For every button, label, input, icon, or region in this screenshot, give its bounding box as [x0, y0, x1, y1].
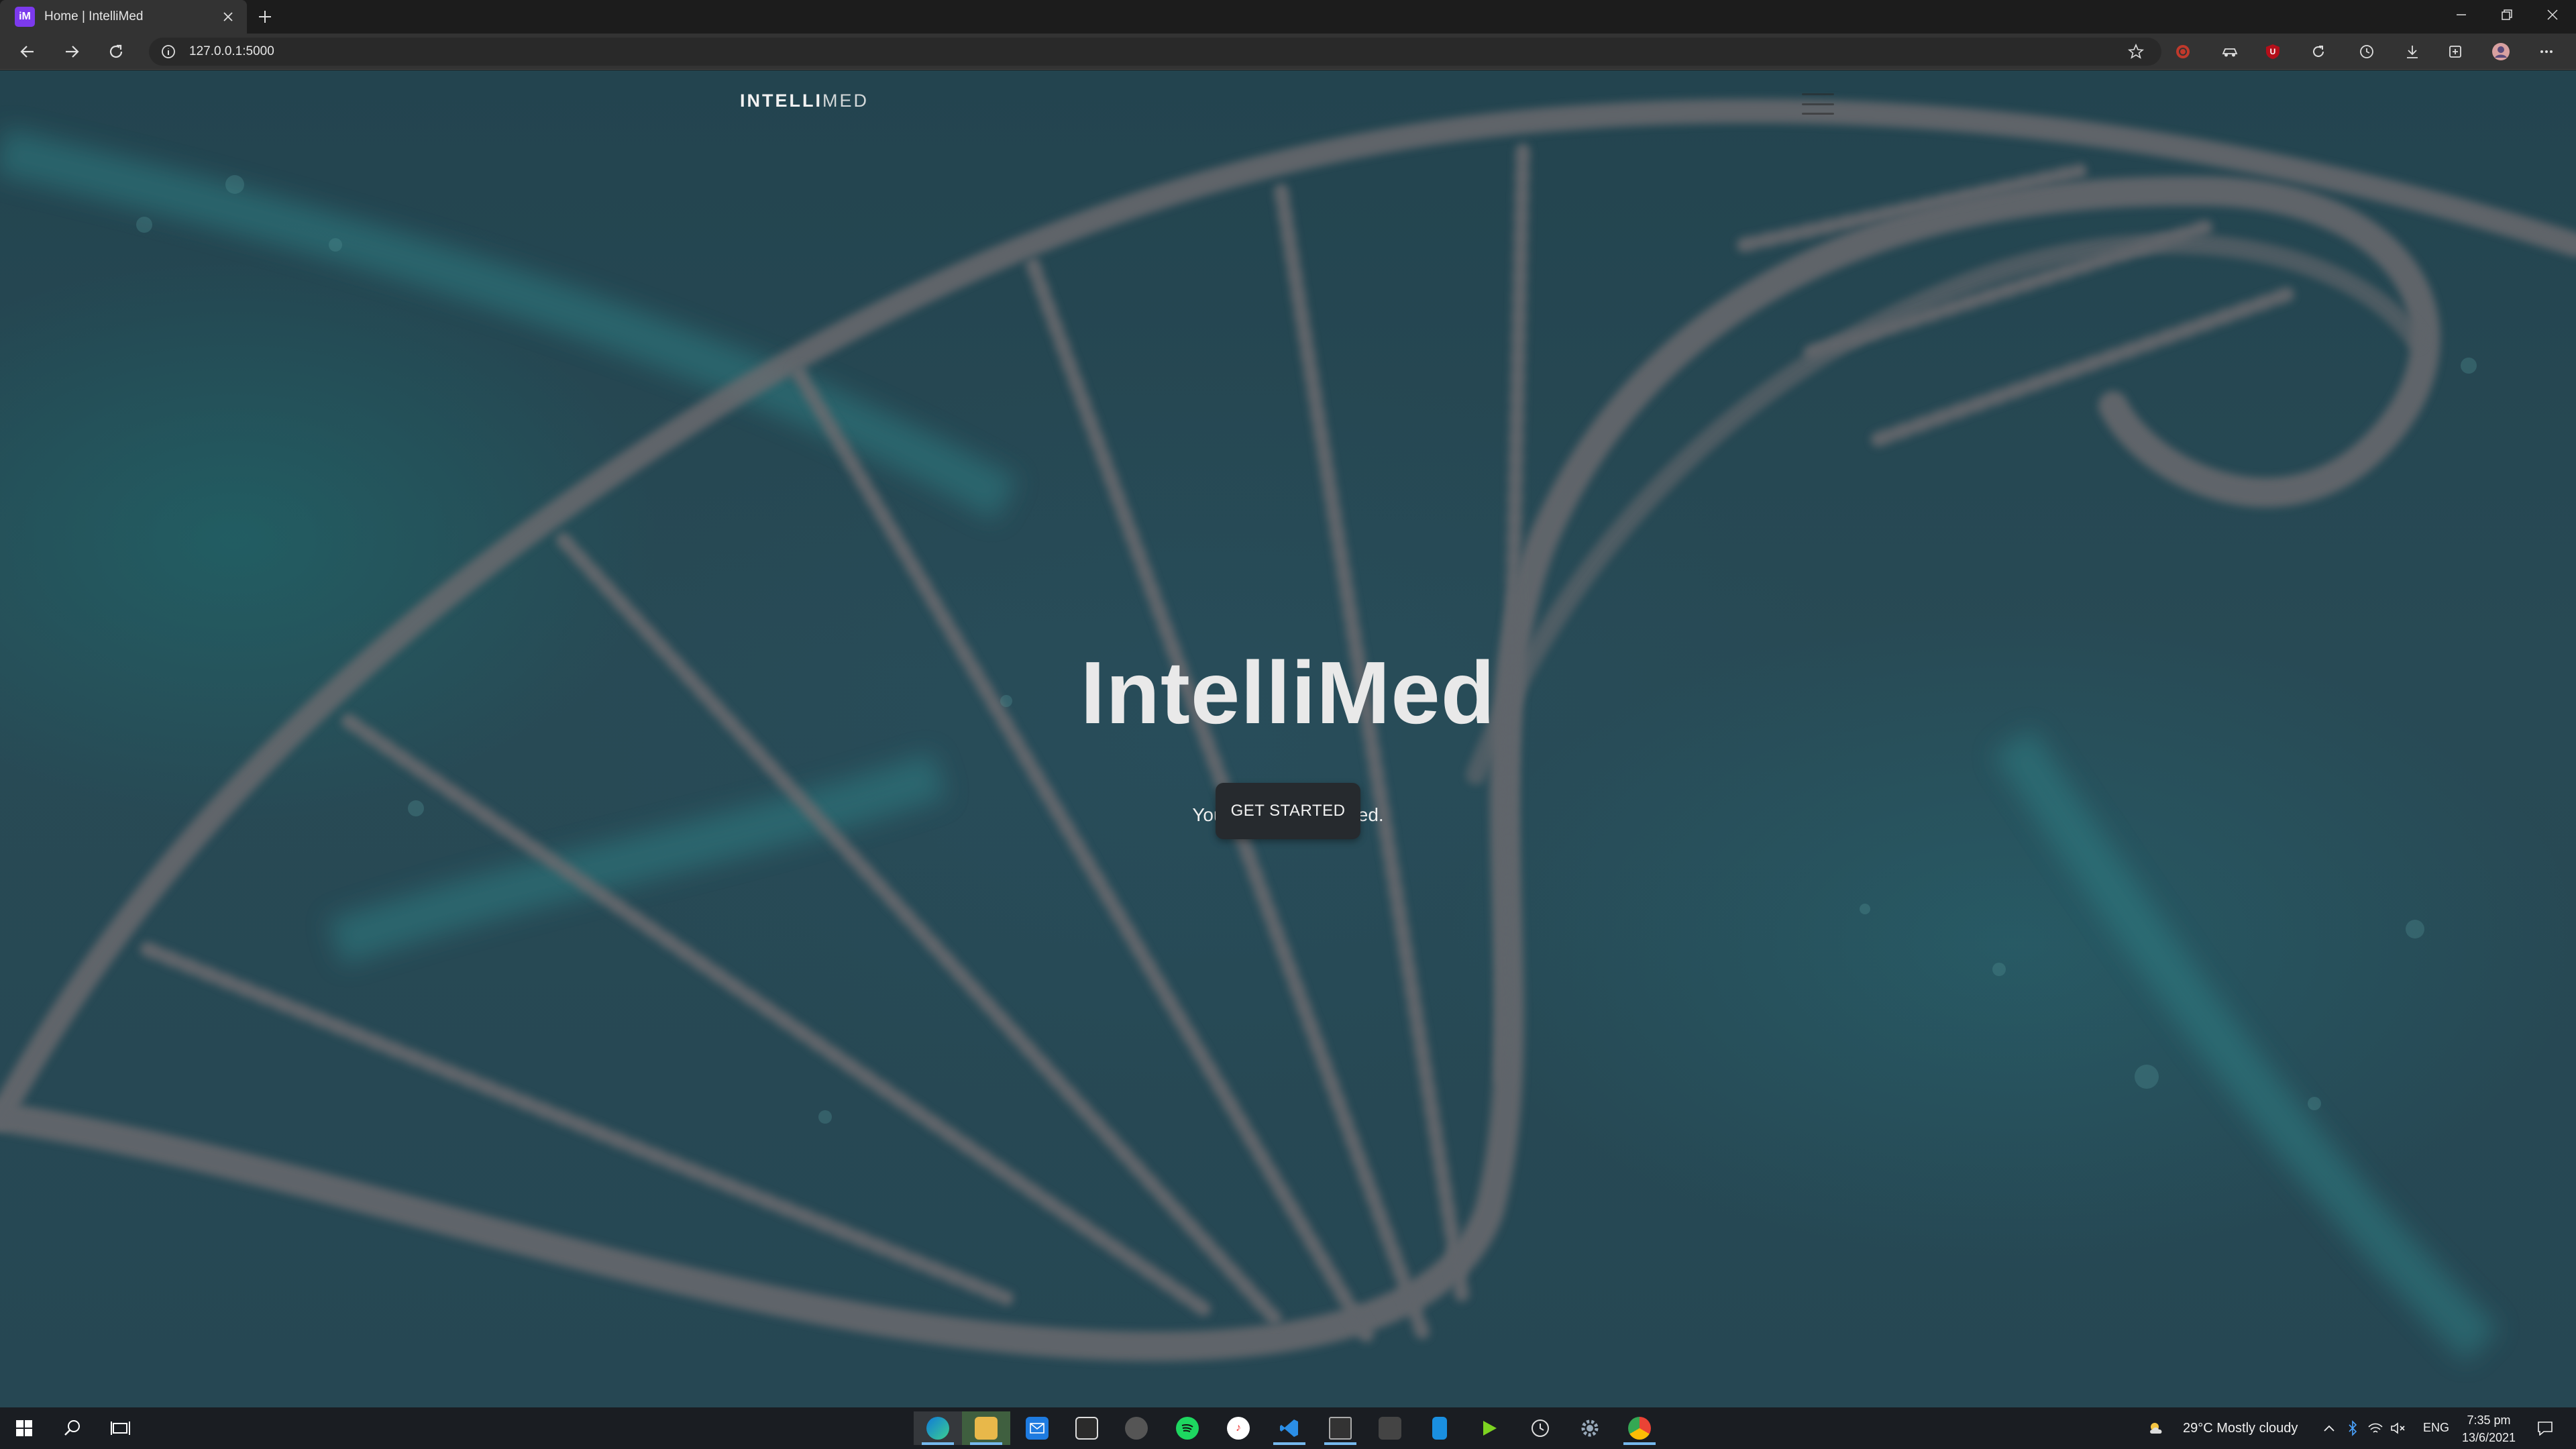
svg-text:U: U: [2270, 47, 2276, 56]
search-icon[interactable]: [48, 1411, 97, 1445]
browser-tab[interactable]: iM Home | IntelliMed: [0, 0, 247, 34]
get-started-button[interactable]: GET STARTED: [1216, 783, 1360, 839]
language-indicator[interactable]: ENG: [2423, 1421, 2449, 1435]
clock-time: 7:35 pm: [2467, 1413, 2511, 1427]
taskbar-mail-icon[interactable]: [1013, 1411, 1061, 1445]
bluetooth-icon[interactable]: [2341, 1411, 2364, 1445]
browser-toolbar: 127.0.0.1:5000 U: [0, 34, 2576, 70]
hero-section: IntelliMed Your health. Simplified. GET …: [0, 70, 2576, 1407]
url-text: 127.0.0.1:5000: [189, 44, 274, 58]
restore-icon[interactable]: [2483, 0, 2530, 30]
wifi-icon[interactable]: [2364, 1411, 2387, 1445]
forward-arrow-icon[interactable]: [58, 38, 86, 66]
taskbar-itunes-icon[interactable]: ♪: [1214, 1411, 1263, 1445]
taskbar-file-explorer-icon[interactable]: [962, 1411, 1010, 1445]
tray-chevron-up-icon[interactable]: [2317, 1411, 2341, 1445]
taskbar-vscode-icon[interactable]: [1265, 1411, 1313, 1445]
downloads-icon[interactable]: [2400, 40, 2424, 64]
close-window-icon[interactable]: [2529, 0, 2576, 30]
taskbar-vlc-icon[interactable]: [1465, 1411, 1513, 1445]
volume-muted-icon[interactable]: [2387, 1411, 2410, 1445]
favorites-star-icon[interactable]: [2124, 40, 2148, 64]
new-tab-icon[interactable]: [251, 3, 279, 31]
hero-title: IntelliMed: [1080, 643, 1496, 742]
taskbar-clock-app-icon[interactable]: [1516, 1411, 1564, 1445]
ublock-shield-icon[interactable]: U: [2261, 40, 2285, 64]
taskbar-edge-icon[interactable]: [914, 1411, 962, 1445]
taskbar-store-icon[interactable]: [1063, 1411, 1111, 1445]
tab-title: Home | IntelliMed: [44, 9, 144, 23]
windows-start-icon[interactable]: [0, 1411, 48, 1445]
taskbar-unity-icon[interactable]: [1112, 1411, 1161, 1445]
task-view-icon[interactable]: [97, 1411, 145, 1445]
taskbar-terminal-icon[interactable]: [1316, 1411, 1364, 1445]
clock-date: 13/6/2021: [2461, 1431, 2516, 1444]
taskbar-chrome-icon[interactable]: [1615, 1411, 1664, 1445]
reload-icon[interactable]: [102, 38, 130, 66]
collections-icon[interactable]: [2443, 40, 2467, 64]
extension-sync-icon[interactable]: [2306, 40, 2330, 64]
extension-red-icon[interactable]: [2171, 40, 2195, 64]
site-favicon-icon: iM: [15, 7, 35, 27]
taskbar-settings-gear-icon[interactable]: [1566, 1411, 1614, 1445]
browser-tab-strip: iM Home | IntelliMed: [0, 0, 2576, 34]
extension-car-icon[interactable]: [2218, 40, 2242, 64]
close-tab-icon[interactable]: [215, 3, 241, 30]
page-viewport: INTELLIMED IntelliMed Your health. Simpl…: [0, 70, 2576, 1407]
taskbar-calculator-icon[interactable]: [1366, 1411, 1414, 1445]
taskbar-clock[interactable]: 7:35 pm 13/6/2021: [2455, 1411, 2522, 1446]
site-info-icon[interactable]: [158, 42, 178, 62]
address-bar[interactable]: 127.0.0.1:5000: [149, 38, 2161, 66]
back-arrow-icon[interactable]: [13, 38, 42, 66]
profile-avatar-icon[interactable]: [2489, 40, 2513, 64]
minimize-icon[interactable]: [2438, 0, 2485, 30]
taskbar-spotify-icon[interactable]: [1163, 1411, 1212, 1445]
weather-text[interactable]: 29°C Mostly cloudy: [2183, 1421, 2298, 1436]
more-menu-icon[interactable]: [2534, 40, 2559, 64]
windows-taskbar: ♪ 29°C Mostly cloudy ENG 7:35 pm 13/6/20…: [0, 1407, 2576, 1449]
notifications-icon[interactable]: [2525, 1411, 2565, 1445]
history-icon[interactable]: [2355, 40, 2379, 64]
taskbar-notepad-icon[interactable]: [1415, 1411, 1464, 1445]
weather-cloud-icon[interactable]: [2144, 1411, 2171, 1445]
